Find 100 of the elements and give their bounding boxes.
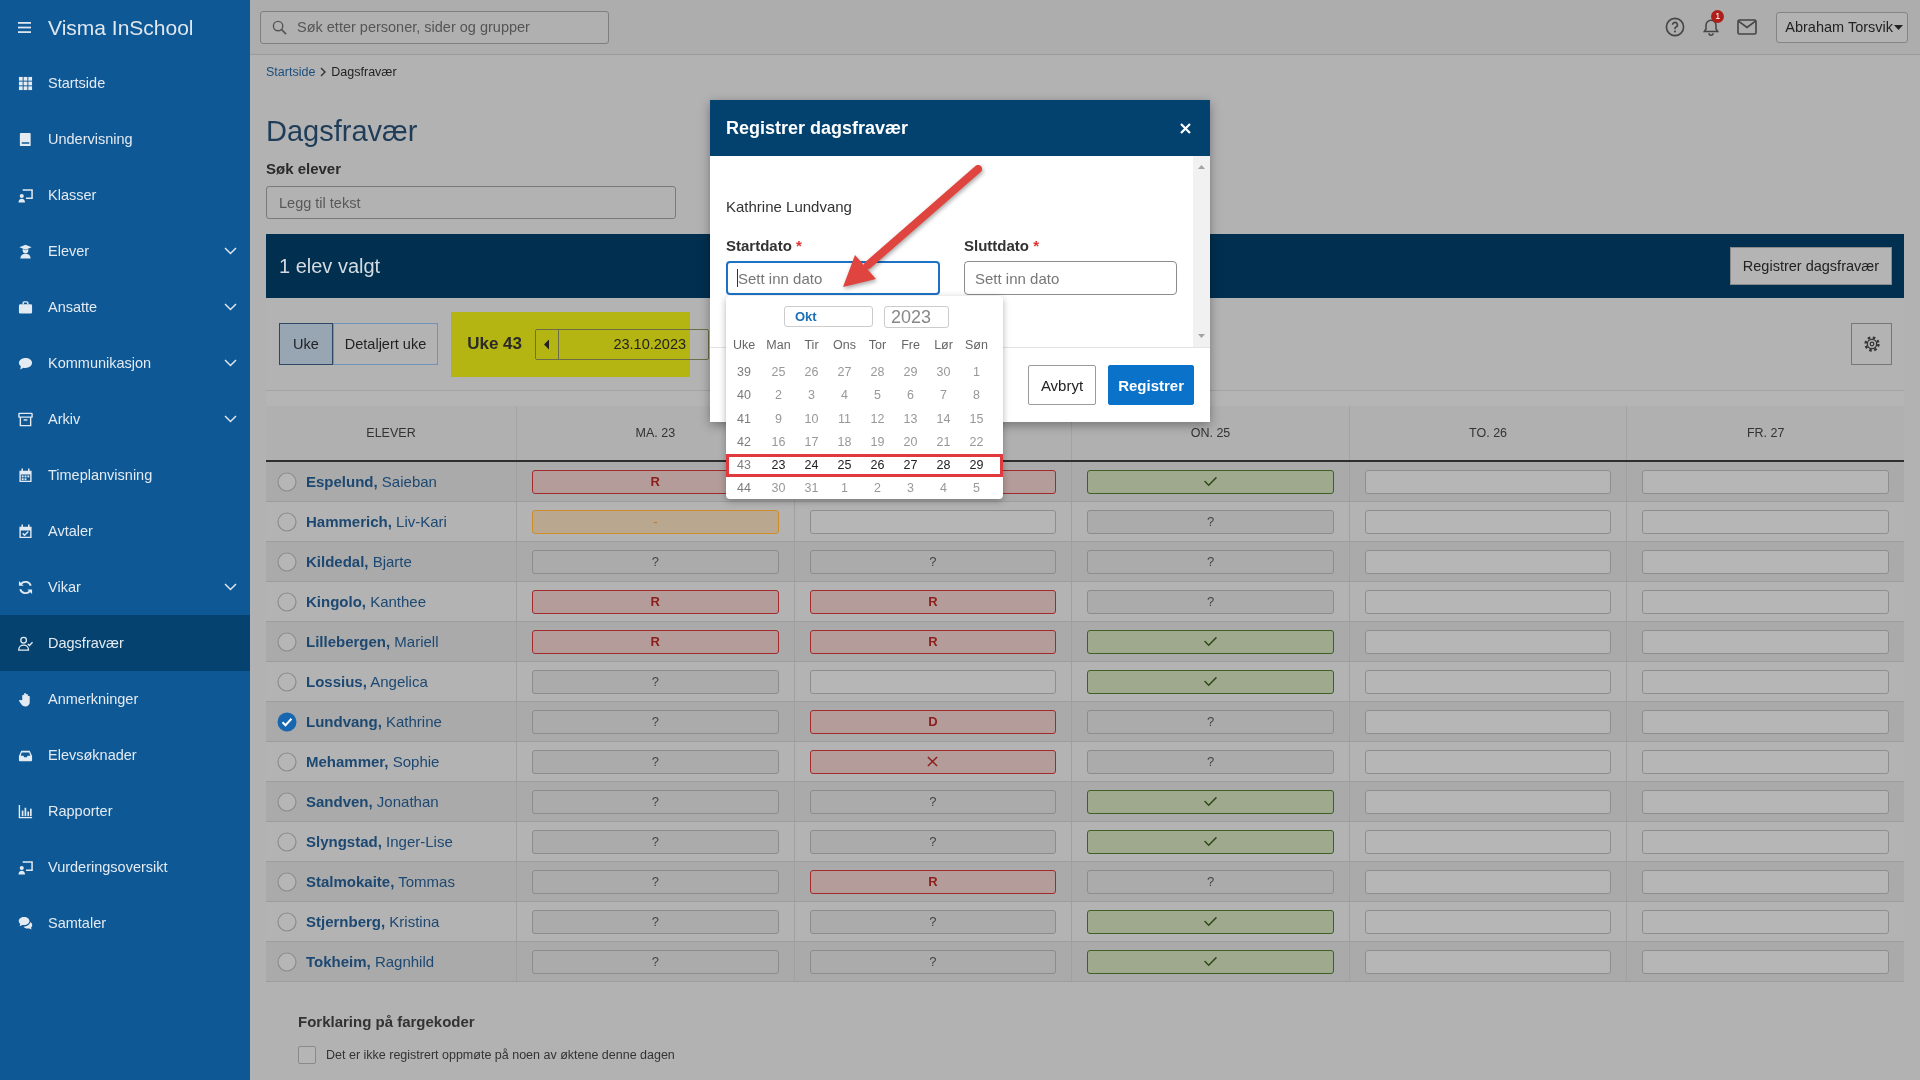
date-field[interactable]: 23.10.2023 xyxy=(535,328,710,360)
student-name[interactable]: Hammerich, Liv-Kari xyxy=(306,513,447,530)
breadcrumb-link[interactable]: Startside xyxy=(266,65,316,79)
attendance-cell[interactable]: ? xyxy=(532,549,779,574)
calendar-day[interactable]: 25 xyxy=(828,454,861,478)
attendance-cell[interactable] xyxy=(1642,669,1889,694)
student-name[interactable]: Lossius, Angelica xyxy=(306,673,428,690)
attendance-cell[interactable] xyxy=(1642,789,1889,814)
attendance-cell[interactable] xyxy=(1364,589,1612,614)
student-search-field[interactable]: Legg til tekst xyxy=(266,186,676,219)
attendance-cell[interactable]: ? xyxy=(532,949,779,974)
attendance-cell[interactable]: R xyxy=(532,589,779,614)
row-checkbox[interactable] xyxy=(277,911,297,932)
attendance-cell[interactable] xyxy=(809,669,1057,694)
user-menu-button[interactable]: Abraham Torsvik xyxy=(1776,11,1908,43)
attendance-cell[interactable] xyxy=(1642,469,1889,494)
envelope-icon[interactable] xyxy=(1737,19,1758,35)
attendance-cell[interactable] xyxy=(1364,469,1612,494)
row-checkbox[interactable] xyxy=(277,791,297,812)
view-tab[interactable]: Uke xyxy=(279,323,333,365)
attendance-cell[interactable] xyxy=(1364,709,1612,734)
attendance-cell[interactable]: D xyxy=(809,709,1057,734)
student-name[interactable]: Tokheim, Ragnhild xyxy=(306,953,435,970)
attendance-cell[interactable] xyxy=(1642,549,1889,574)
month-select[interactable]: Okt xyxy=(784,306,873,327)
attendance-cell[interactable] xyxy=(1642,869,1889,894)
attendance-cell[interactable]: R xyxy=(809,629,1057,654)
attendance-cell[interactable] xyxy=(1364,829,1612,854)
attendance-cell[interactable]: ? xyxy=(1087,869,1334,894)
nav-item[interactable]: Rapporter xyxy=(0,783,250,839)
calendar-day[interactable]: 27 xyxy=(894,454,927,478)
nav-item[interactable]: Elever xyxy=(0,223,250,279)
attendance-cell[interactable]: ? xyxy=(809,949,1057,974)
row-checkbox[interactable] xyxy=(277,591,297,612)
student-name[interactable]: Kingolo, Kanthee xyxy=(306,593,427,610)
row-checkbox[interactable] xyxy=(277,951,297,972)
attendance-cell[interactable]: ? xyxy=(1087,749,1334,774)
row-checkbox[interactable] xyxy=(277,751,297,772)
nav-item[interactable]: Klasser xyxy=(0,167,250,223)
attendance-cell[interactable] xyxy=(1364,549,1612,574)
attendance-cell[interactable] xyxy=(1364,669,1612,694)
attendance-cell[interactable] xyxy=(1087,669,1334,694)
row-checkbox[interactable] xyxy=(277,871,297,892)
menu-icon[interactable] xyxy=(18,22,31,33)
bell-icon[interactable] xyxy=(1702,18,1721,36)
attendance-cell[interactable] xyxy=(1364,869,1612,894)
row-checkbox[interactable] xyxy=(277,551,297,572)
attendance-cell[interactable] xyxy=(1642,629,1889,654)
nav-item[interactable]: Samtaler xyxy=(0,895,250,951)
student-name[interactable]: Lundvang, Kathrine xyxy=(306,713,442,730)
calendar-day[interactable]: 26 xyxy=(861,454,894,478)
attendance-cell[interactable]: ? xyxy=(809,829,1057,854)
attendance-cell[interactable]: ? xyxy=(809,909,1057,934)
attendance-cell[interactable] xyxy=(1642,589,1889,614)
scrollbar[interactable] xyxy=(1193,156,1210,347)
nav-item[interactable]: Kommunikasjon xyxy=(0,335,250,391)
nav-item[interactable]: Timeplanvisning xyxy=(0,447,250,503)
student-name[interactable]: Kildedal, Bjarte xyxy=(306,553,412,570)
attendance-cell[interactable] xyxy=(1087,829,1334,854)
calendar-day[interactable]: 28 xyxy=(927,454,960,478)
attendance-cell[interactable]: ? xyxy=(532,829,779,854)
nav-item[interactable]: Arkiv xyxy=(0,391,250,447)
nav-item[interactable]: Avtaler xyxy=(0,503,250,559)
search-field[interactable]: Søk etter personer, sider og grupper xyxy=(260,10,609,44)
year-field[interactable]: 2023 xyxy=(884,306,949,328)
attendance-cell[interactable]: ? xyxy=(809,789,1057,814)
student-name[interactable]: Mehammer, Sophie xyxy=(306,753,440,770)
attendance-cell[interactable] xyxy=(1642,949,1889,974)
help-icon[interactable] xyxy=(1665,17,1686,37)
row-checkbox[interactable] xyxy=(277,711,297,732)
date-input[interactable]: Sett inn dato xyxy=(726,261,940,295)
student-name[interactable]: Espelund, Saieban xyxy=(306,473,437,490)
attendance-cell[interactable] xyxy=(1364,789,1612,814)
app-logo[interactable]: Visma InSchool xyxy=(48,15,194,40)
attendance-cell[interactable]: ? xyxy=(532,709,779,734)
nav-item[interactable]: Anmerkninger xyxy=(0,671,250,727)
student-name[interactable]: Slyngstad, Inger-Lise xyxy=(306,833,453,850)
attendance-cell[interactable] xyxy=(1364,749,1612,774)
calendar-day[interactable]: 29 xyxy=(960,454,993,478)
attendance-cell[interactable] xyxy=(1087,789,1334,814)
attendance-cell[interactable]: R xyxy=(532,629,779,654)
row-checkbox[interactable] xyxy=(277,471,297,492)
attendance-cell[interactable]: ? xyxy=(532,749,779,774)
row-checkbox[interactable] xyxy=(277,671,297,692)
attendance-cell[interactable] xyxy=(1642,909,1889,934)
nav-item[interactable]: Vurderingsoversikt xyxy=(0,839,250,895)
row-checkbox[interactable] xyxy=(277,831,297,852)
attendance-cell[interactable] xyxy=(1087,949,1334,974)
attendance-cell[interactable]: ? xyxy=(809,549,1057,574)
attendance-cell[interactable]: ? xyxy=(532,869,779,894)
nav-item[interactable]: Undervisning xyxy=(0,111,250,167)
attendance-cell[interactable]: ? xyxy=(1087,549,1334,574)
register-absence-button[interactable]: Registrer dagsfravær xyxy=(1729,247,1892,285)
nav-item[interactable]: Dagsfravær xyxy=(0,615,250,671)
row-checkbox[interactable] xyxy=(277,631,297,652)
nav-item[interactable]: Vikar xyxy=(0,559,250,615)
date-input[interactable]: Sett inn dato xyxy=(964,261,1177,295)
attendance-cell[interactable] xyxy=(1364,909,1612,934)
nav-item[interactable]: Elevsøknader xyxy=(0,727,250,783)
attendance-cell[interactable] xyxy=(1364,509,1612,534)
